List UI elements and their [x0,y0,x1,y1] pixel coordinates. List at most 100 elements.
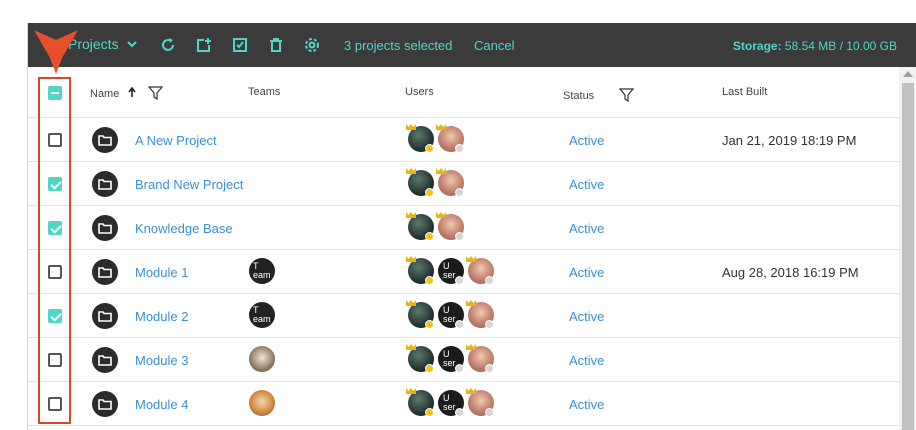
status-link[interactable]: Active [569,397,604,412]
storage-value: 58.54 MB / 10.00 GB [784,39,897,53]
folder-icon [92,347,118,373]
project-name-link[interactable]: Knowledge Base [135,221,233,236]
status-dot [455,320,464,329]
status-link[interactable]: Active [569,309,604,324]
gear-icon[interactable] [302,35,322,55]
status-link[interactable]: Active [569,221,604,236]
crown-icon [406,168,416,174]
folder-icon [92,171,118,197]
status-link[interactable]: Active [569,265,604,280]
crown-icon [406,344,416,350]
add-project-icon[interactable] [194,35,214,55]
crown-icon [436,124,446,130]
status-dot [425,276,434,285]
crown-icon [466,344,476,350]
crown-icon [436,212,446,218]
vertical-scrollbar[interactable] [899,67,916,430]
table-row[interactable]: Module 4U ser Active [28,382,899,426]
project-name-link[interactable]: Module 1 [135,265,188,280]
trash-icon[interactable] [266,35,286,55]
status-dot [455,408,464,417]
status-dot [455,364,464,373]
table-row[interactable]: Brand New Project Active [28,162,899,206]
folder-icon [92,215,118,241]
crown-icon [406,124,416,130]
status-dot [485,364,494,373]
filter-icon[interactable] [618,88,635,103]
selection-count: 3 projects selected [344,38,453,53]
crown-icon [466,256,476,262]
scroll-thumb[interactable] [902,83,914,430]
status-dot [425,188,434,197]
row-checkbox[interactable] [48,221,62,235]
status-dot [425,364,434,373]
team-avatar[interactable] [249,346,275,372]
folder-icon [92,259,118,285]
project-name-link[interactable]: Module 3 [135,353,188,368]
scroll-up-arrow-icon[interactable] [903,71,913,77]
table-row[interactable]: A New Project Active Jan 21, 2019 18:19 PM [28,118,899,162]
project-name-link[interactable]: Module 4 [135,397,188,412]
crown-icon [466,388,476,394]
checklist-icon[interactable] [230,35,250,55]
storage-indicator: Storage: 58.54 MB / 10.00 GB [733,39,897,53]
team-avatar[interactable]: T eam [249,258,275,284]
chevron-down-icon [126,40,137,47]
row-checkbox[interactable] [48,177,62,191]
sort-ascending-icon[interactable] [127,86,137,98]
cancel-button[interactable]: Cancel [474,38,514,53]
table-row[interactable]: Module 3U ser Active [28,338,899,382]
crown-icon [466,300,476,306]
team-avatar[interactable]: T eam [249,302,275,328]
row-checkbox[interactable] [48,397,62,411]
storage-label: Storage: [732,39,782,53]
table-header: Name Teams Users Status Last Built [28,67,899,118]
filter-icon[interactable] [148,86,164,101]
toolbar: Projects 3 projects selected Cancel Stor… [28,23,916,67]
crown-icon [406,212,416,218]
project-name-link[interactable]: Brand New Project [135,177,243,192]
status-link[interactable]: Active [569,353,604,368]
row-checkbox[interactable] [48,353,62,367]
table-body: A New Project Active Jan 21, 2019 18:19 PM… [28,118,899,426]
crown-icon [406,300,416,306]
column-header-users[interactable]: Users [405,86,434,98]
crown-icon [406,256,416,262]
status-dot [455,232,464,241]
row-checkbox[interactable] [48,309,62,323]
status-link[interactable]: Active [569,177,604,192]
table-row[interactable]: Knowledge Base Active [28,206,899,250]
status-header-label: Status [563,90,595,102]
crown-icon [436,168,446,174]
column-header-last-built[interactable]: Last Built [722,86,767,98]
status-dot [425,320,434,329]
project-name-link[interactable]: Module 2 [135,309,188,324]
row-checkbox[interactable] [48,265,62,279]
project-name-link[interactable]: A New Project [135,133,217,148]
status-dot [425,408,434,417]
row-checkbox[interactable] [48,133,62,147]
select-all-checkbox[interactable] [48,86,62,100]
name-header-label: Name [90,88,120,100]
team-avatar[interactable] [249,390,275,416]
status-dot [425,232,434,241]
status-dot [455,276,464,285]
projects-table: Name Teams Users Status Last Built A New… [28,67,899,426]
folder-icon [92,391,118,417]
status-dot [455,188,464,197]
last-built-date: Jan 21, 2019 18:19 PM [722,133,857,148]
status-link[interactable]: Active [569,133,604,148]
column-header-name[interactable]: Name [90,86,164,101]
folder-icon [92,127,118,153]
table-row[interactable]: Module 1T eam U ser Active Aug 28, 2018 16:… [28,250,899,294]
column-header-status[interactable]: Status [563,88,635,103]
status-dot [485,276,494,285]
column-header-teams[interactable]: Teams [248,86,280,98]
status-dot [425,144,434,153]
projects-dropdown[interactable]: Projects [68,36,137,52]
refresh-icon[interactable] [158,35,178,55]
crown-icon [406,388,416,394]
status-dot [485,320,494,329]
table-row[interactable]: Module 2T eam U ser Active [28,294,899,338]
projects-panel: Projects 3 projects selected Cancel Stor… [27,23,916,430]
